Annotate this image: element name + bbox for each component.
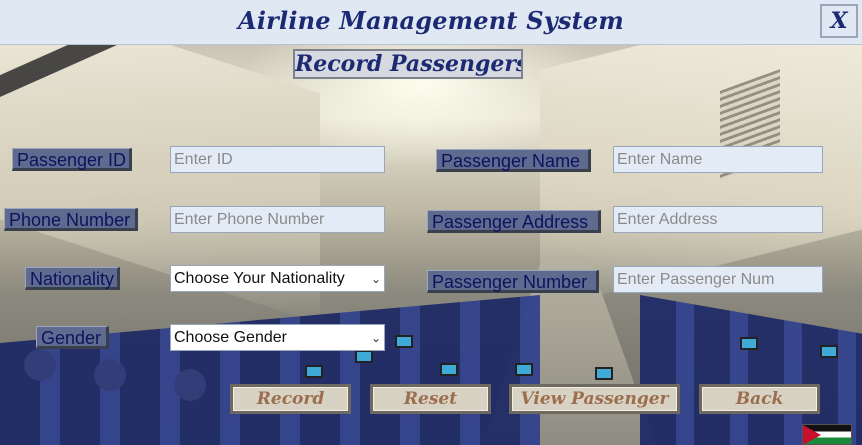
phone-number-input[interactable] [170, 206, 385, 233]
record-button[interactable]: Record [230, 384, 351, 414]
seat-rows-left [0, 295, 540, 445]
nationality-selected-value: Choose Your Nationality [174, 270, 345, 287]
passenger-address-input[interactable] [613, 206, 823, 233]
chevron-down-icon: ⌄ [370, 331, 381, 345]
passenger-number-label: Passenger Number [427, 270, 599, 293]
app-title: Airline Management System [238, 6, 624, 35]
flag-icon [802, 424, 852, 445]
seatback-screen [305, 365, 323, 378]
close-button[interactable]: X [820, 4, 858, 38]
seatback-screen [395, 335, 413, 348]
gender-select[interactable]: Choose Gender ⌄ [170, 324, 385, 351]
seat-rows-right [640, 295, 862, 445]
nationality-label: Nationality [25, 267, 120, 290]
view-passenger-button[interactable]: View Passenger [509, 384, 680, 414]
title-bar: Airline Management System X [0, 0, 862, 45]
back-button[interactable]: Back [699, 384, 820, 414]
chevron-down-icon: ⌄ [370, 272, 381, 286]
seatback-screen [515, 363, 533, 376]
gender-selected-value: Choose Gender [174, 329, 287, 346]
passenger-address-label: Passenger Address [427, 210, 601, 233]
reset-button[interactable]: Reset [370, 384, 491, 414]
passenger-name-label: Passenger Name [436, 149, 591, 172]
phone-number-label: Phone Number [4, 208, 138, 231]
seatback-screen [740, 337, 758, 350]
seatback-screen [595, 367, 613, 380]
passenger-id-label: Passenger ID [12, 148, 132, 171]
gender-label: Gender [36, 326, 109, 349]
form-heading: Record Passengers [293, 49, 523, 79]
passenger-number-input[interactable] [613, 266, 823, 293]
seatback-screen [820, 345, 838, 358]
passenger-id-input[interactable] [170, 146, 385, 173]
nationality-select[interactable]: Choose Your Nationality ⌄ [170, 265, 385, 292]
passenger-name-input[interactable] [613, 146, 823, 173]
seatback-screen [440, 363, 458, 376]
